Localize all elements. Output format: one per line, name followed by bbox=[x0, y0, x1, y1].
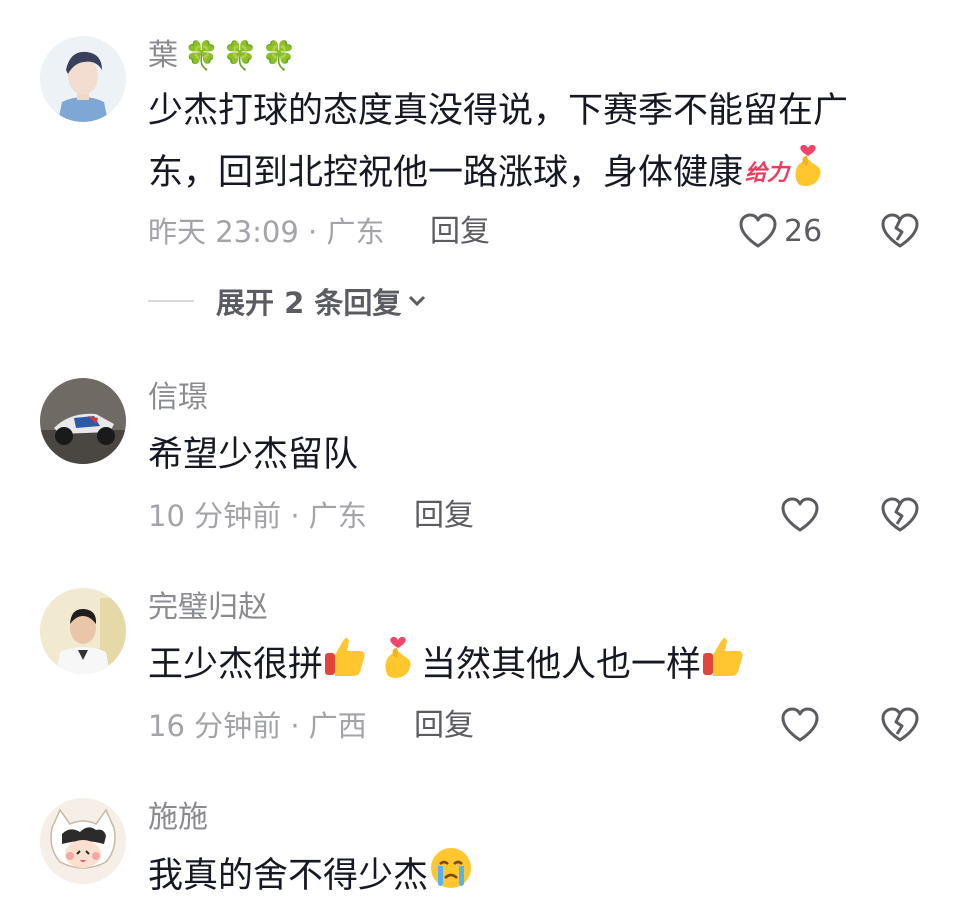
reply-button[interactable]: 回复 bbox=[430, 212, 490, 252]
comment-meta: 16 分钟前 · 广西 bbox=[148, 709, 367, 743]
dislike-button[interactable] bbox=[880, 496, 920, 538]
reply-button[interactable]: 回复 bbox=[414, 706, 474, 746]
username[interactable]: 施施 bbox=[148, 798, 208, 838]
expand-replies-label: 展开 2 条回复 bbox=[216, 286, 402, 320]
expand-replies-button[interactable]: 展开 2 条回复 bbox=[148, 280, 427, 322]
heart-outline-icon bbox=[781, 707, 819, 742]
divider bbox=[148, 300, 194, 302]
finger-heart-icon bbox=[379, 634, 417, 698]
finger-heart-icon bbox=[789, 142, 827, 206]
clover-decoration: 🍀🍀🍀 bbox=[184, 39, 301, 72]
like-count: 26 bbox=[784, 213, 823, 249]
broken-heart-icon bbox=[881, 213, 919, 248]
avatar[interactable] bbox=[40, 798, 126, 884]
thumbs-up-icon bbox=[701, 635, 745, 697]
thumbs-up-icon bbox=[323, 635, 367, 697]
dislike-button[interactable] bbox=[880, 706, 920, 748]
avatar[interactable] bbox=[40, 588, 126, 674]
username[interactable]: 完璧归赵 bbox=[148, 588, 268, 628]
comment-text: 希望少杰留队 bbox=[148, 435, 359, 475]
avatar[interactable] bbox=[40, 36, 126, 122]
heart-outline-icon bbox=[739, 213, 777, 248]
broken-heart-icon bbox=[881, 497, 919, 532]
heart-outline-icon bbox=[781, 497, 819, 532]
username[interactable]: 葉 🍀🍀🍀 bbox=[148, 36, 301, 76]
chevron-down-icon bbox=[409, 295, 426, 307]
like-button[interactable]: 26 bbox=[738, 212, 822, 250]
dislike-button[interactable] bbox=[880, 212, 920, 254]
power-sticker-icon: 给力 bbox=[745, 161, 790, 186]
like-button[interactable] bbox=[780, 496, 820, 534]
comment-text: 王少杰很拼 当然其他人也一样 bbox=[148, 634, 888, 698]
reply-button[interactable]: 回复 bbox=[414, 496, 474, 536]
username[interactable]: 信璟 bbox=[148, 378, 208, 418]
comment-meta: 昨天 23:09 · 广东 bbox=[148, 215, 385, 249]
comment-text: 我真的舍不得少杰 bbox=[148, 844, 888, 910]
broken-heart-icon bbox=[881, 707, 919, 742]
crying-face-icon bbox=[428, 844, 474, 910]
comment-meta: 10 分钟前 · 广东 bbox=[148, 499, 367, 533]
comment-text: 少杰打球的态度真没得说，下赛季不能留在广 东，回到北控祝他一路涨球，身体健康给力 bbox=[148, 80, 888, 206]
avatar[interactable] bbox=[40, 378, 126, 464]
like-button[interactable] bbox=[780, 706, 820, 744]
